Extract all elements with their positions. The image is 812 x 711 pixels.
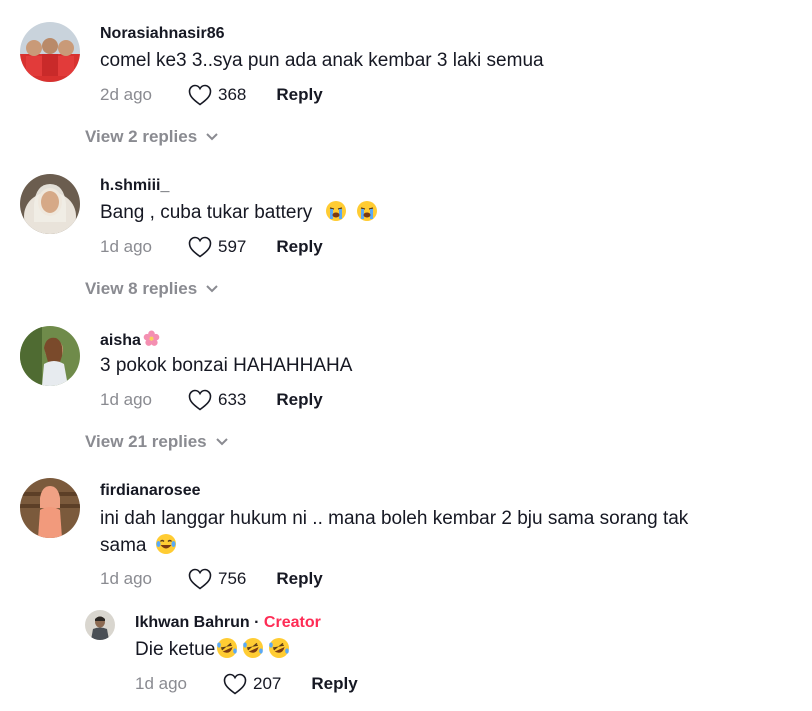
comment-text-line: ini dah langgar hukum ni .. mana boleh k… — [100, 508, 689, 529]
comment-meta: 1d ago 756 Reply — [100, 568, 323, 590]
heart-outline-icon[interactable] — [223, 673, 247, 695]
crying-face-emoji-icon — [325, 201, 346, 221]
comment-date: 2d ago — [100, 85, 152, 104]
comment-text-line: sama — [100, 535, 147, 556]
comment-date: 1d ago — [100, 569, 152, 588]
like-count: 633 — [218, 390, 247, 409]
comment-meta: 1d ago 597 Reply — [100, 236, 323, 258]
avatar[interactable] — [20, 174, 80, 234]
comment-date: 1d ago — [100, 237, 152, 256]
chevron-down-icon — [206, 133, 218, 141]
flower-emoji-icon — [143, 330, 160, 352]
rolling-laughing-emoji-icon — [243, 638, 264, 658]
comment-date: 1d ago — [100, 390, 152, 409]
comment-meta: 2d ago 368 Reply — [100, 84, 323, 106]
like-count: 756 — [218, 569, 247, 588]
like-button[interactable]: 597 — [188, 236, 246, 258]
crying-face-emoji-icon — [356, 201, 377, 221]
comment-username[interactable]: aisha 🌸 — [100, 330, 160, 352]
comment-meta: 1d ago 633 Reply — [100, 389, 323, 411]
comment-text: 3 pokok bonzai HAHAHHAHA — [100, 355, 353, 376]
reply-header: Ikhwan Bahrun · Creator — [135, 614, 321, 632]
view-replies-label: View 2 replies — [85, 127, 198, 146]
like-count: 597 — [218, 237, 247, 256]
reply-text-content: Die ketue — [135, 639, 216, 660]
tears-of-joy-emoji-icon — [155, 534, 176, 554]
like-button[interactable]: 207 — [223, 673, 281, 695]
like-count: 368 — [218, 85, 247, 104]
reply-button[interactable]: Reply — [276, 390, 322, 410]
reply-meta: 1d ago 207 Reply — [135, 673, 358, 695]
like-button[interactable]: 368 — [188, 84, 246, 106]
view-replies-button[interactable]: View 21 replies — [85, 432, 229, 452]
chevron-down-icon — [206, 285, 218, 293]
avatar[interactable] — [20, 478, 80, 538]
reply-text: Die ketue🤣🤣🤣 — [135, 636, 812, 663]
comment-text: comel ke3 3..sya pun ada anak kembar 3 l… — [100, 50, 544, 71]
rolling-laughing-emoji-icon — [269, 638, 290, 658]
creator-badge: Creator — [263, 614, 321, 631]
comment-text: ini dah langgar hukum ni .. mana boleh k… — [100, 505, 780, 559]
reply-button[interactable]: Reply — [311, 674, 357, 694]
separator-dot: · — [254, 614, 260, 631]
heart-outline-icon[interactable] — [188, 568, 212, 590]
avatar[interactable] — [20, 22, 80, 82]
view-replies-button[interactable]: View 2 replies — [85, 127, 219, 147]
view-replies-label: View 8 replies — [85, 279, 198, 298]
rolling-laughing-emoji-icon — [217, 638, 238, 658]
avatar[interactable] — [85, 610, 115, 640]
username-text: aisha — [100, 332, 141, 349]
heart-outline-icon[interactable] — [188, 236, 212, 258]
avatar[interactable] — [20, 326, 80, 386]
comment-text-content: Bang , cuba tukar battery — [100, 202, 313, 223]
comment-username[interactable]: h.shmiii_ — [100, 177, 169, 195]
chevron-down-icon — [215, 438, 228, 446]
comment-text: Bang , cuba tukar battery 😭😭 — [100, 199, 780, 226]
heart-outline-icon[interactable] — [188, 389, 212, 411]
reply-button[interactable]: Reply — [276, 85, 322, 105]
comment-username[interactable]: firdianarosee — [100, 482, 200, 500]
comment-username[interactable]: Norasiahnasir86 — [100, 25, 225, 43]
view-replies-button[interactable]: View 8 replies — [85, 279, 219, 299]
reply-date: 1d ago — [135, 674, 187, 693]
like-count: 207 — [253, 674, 282, 693]
heart-outline-icon[interactable] — [188, 84, 212, 106]
like-button[interactable]: 633 — [188, 389, 246, 411]
like-button[interactable]: 756 — [188, 568, 246, 590]
reply-button[interactable]: Reply — [276, 569, 322, 589]
reply-button[interactable]: Reply — [276, 237, 322, 257]
view-replies-label: View 21 replies — [85, 432, 207, 451]
reply-username[interactable]: Ikhwan Bahrun — [135, 614, 250, 631]
